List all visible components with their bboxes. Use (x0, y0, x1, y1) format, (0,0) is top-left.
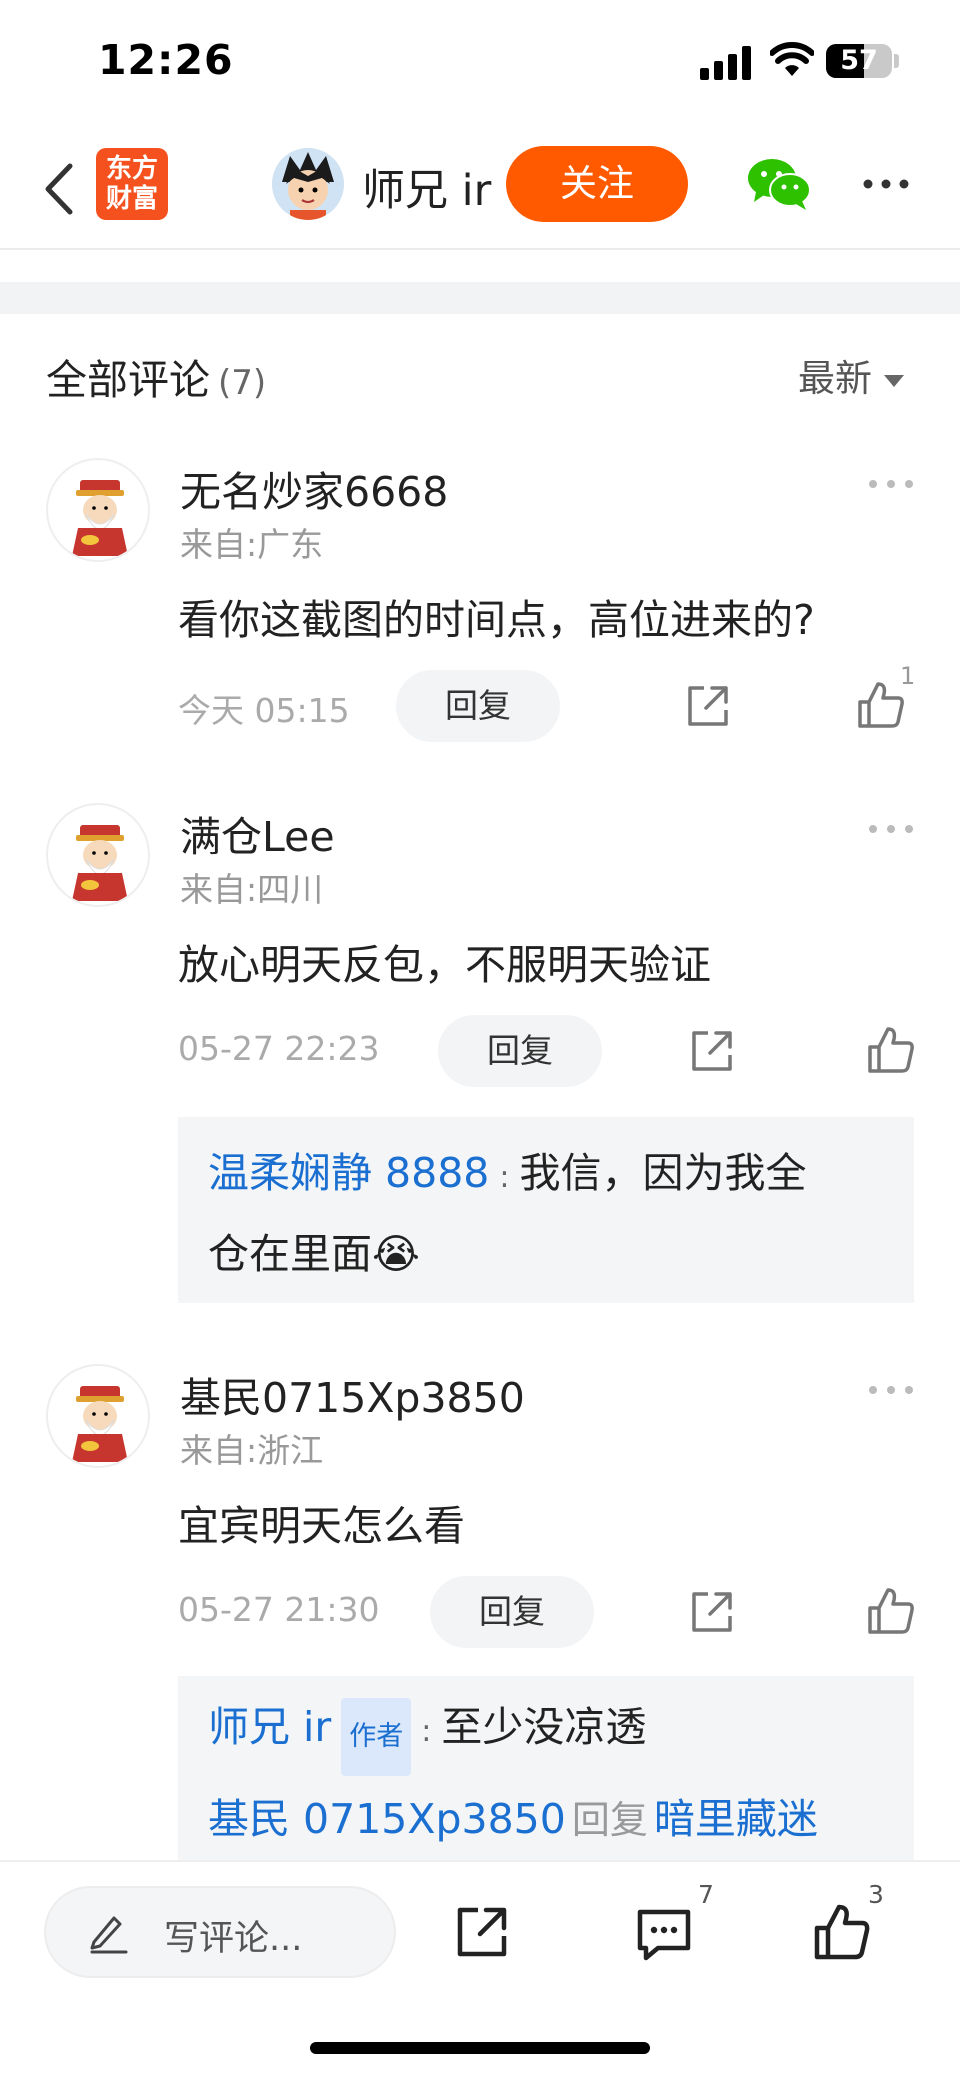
comment-time: 05-27 21:30 (178, 1590, 380, 1629)
wifi-icon (770, 42, 814, 76)
reply-author[interactable]: 师兄 ir (208, 1703, 331, 1751)
comment-icon[interactable] (634, 1906, 694, 1962)
comment-item: 无名炒家6668 来自:广东 看你这截图的时间点，高位进来的? 今天 05:15… (0, 458, 960, 758)
comment-time: 今天 05:15 (178, 691, 350, 730)
author-name[interactable]: 师兄 ir (362, 156, 491, 218)
author-badge: 作者 (341, 1697, 412, 1776)
reply-text: 至少没凉透 (441, 1703, 647, 1751)
battery-level: 57 (840, 45, 878, 76)
reply-button[interactable]: 回复 (396, 670, 560, 742)
comment-location: 来自:四川 (180, 870, 324, 909)
home-indicator[interactable] (310, 2042, 650, 2054)
reply-button[interactable]: 回复 (438, 1015, 602, 1087)
write-comment-placeholder: 写评论... (164, 1919, 303, 1959)
app-logo[interactable]: 东方 财富 (96, 148, 168, 220)
status-time: 12:26 (98, 36, 234, 84)
like-count: 1 (900, 662, 916, 690)
comment-item: 满仓Lee 来自:四川 放心明天反包，不服明天验证 05-27 22:23 回复… (0, 803, 960, 1303)
comment-item: 基民0715Xp3850 来自:浙江 宜宾明天怎么看 05-27 21:30 回… (0, 1364, 960, 1860)
bottom-action-bar: 写评论... 7 3 (0, 1860, 960, 2079)
comments-title: 全部评论 (7) (46, 356, 267, 404)
commenter-name[interactable]: 满仓Lee (180, 803, 335, 863)
reply-button[interactable]: 回复 (430, 1576, 594, 1648)
follow-button[interactable]: 关注 (506, 146, 688, 222)
share-icon[interactable] (688, 1027, 736, 1075)
author-avatar[interactable] (272, 148, 344, 220)
wechat-icon[interactable] (746, 156, 812, 212)
write-comment-input[interactable]: 写评论... (44, 1886, 396, 1978)
commenter-name[interactable]: 无名炒家6668 (180, 458, 448, 518)
more-icon[interactable] (868, 823, 914, 835)
share-icon[interactable] (684, 682, 732, 730)
avatar[interactable] (46, 803, 150, 907)
crying-laughing-emoji: 😭 (372, 1230, 420, 1278)
comment-text: 看你这截图的时间点，高位进来的? (178, 596, 815, 644)
comment-text: 放心明天反包，不服明天验证 (178, 941, 711, 989)
more-icon[interactable] (868, 478, 914, 490)
comment-time: 05-27 22:23 (178, 1029, 380, 1068)
thumbs-up-icon[interactable] (812, 1902, 872, 1962)
caret-down-icon (884, 374, 904, 387)
thumbs-up-icon[interactable] (866, 1586, 916, 1636)
comment-count: 7 (698, 1880, 714, 1909)
status-bar: 12:26 57 (0, 0, 960, 128)
avatar[interactable] (46, 458, 150, 562)
comment-location: 来自:广东 (180, 525, 324, 564)
sort-dropdown[interactable]: 最新 (798, 348, 904, 402)
reply-text: 仓在里面 (208, 1230, 372, 1278)
like-count: 3 (868, 1880, 884, 1909)
reply-preview[interactable]: 师兄 ir 作者: 至少没凉透 基民 0715Xp3850 回复 暗里藏迷 (178, 1676, 914, 1860)
share-icon[interactable] (688, 1588, 736, 1636)
share-icon[interactable] (454, 1904, 510, 1960)
thumbs-up-icon[interactable] (856, 680, 906, 730)
signal-icon (700, 46, 751, 80)
commenter-name[interactable]: 基民0715Xp3850 (180, 1364, 525, 1424)
section-divider (0, 282, 960, 314)
pencil-icon (90, 1916, 128, 1954)
comment-location: 来自:浙江 (180, 1431, 324, 1470)
comments-count: (7) (218, 363, 267, 403)
comment-text: 宜宾明天怎么看 (178, 1502, 465, 1550)
back-icon[interactable] (36, 156, 86, 222)
nav-bar: 东方 财富 师兄 ir 关注 (0, 128, 960, 250)
reply-author[interactable]: 基民 0715Xp3850 (208, 1795, 566, 1843)
more-icon[interactable] (862, 172, 910, 196)
reply-author[interactable]: 温柔娴静 8888 (208, 1149, 489, 1197)
reply-target[interactable]: 暗里藏迷 (654, 1795, 818, 1843)
battery-icon: 57 (826, 44, 892, 78)
reply-text: 我信，因为我全 (519, 1149, 807, 1197)
reply-preview[interactable]: 温柔娴静 8888: 我信，因为我全 仓在里面😭 (178, 1117, 914, 1303)
thumbs-up-icon[interactable] (866, 1025, 916, 1075)
avatar[interactable] (46, 1364, 150, 1468)
more-icon[interactable] (868, 1384, 914, 1396)
